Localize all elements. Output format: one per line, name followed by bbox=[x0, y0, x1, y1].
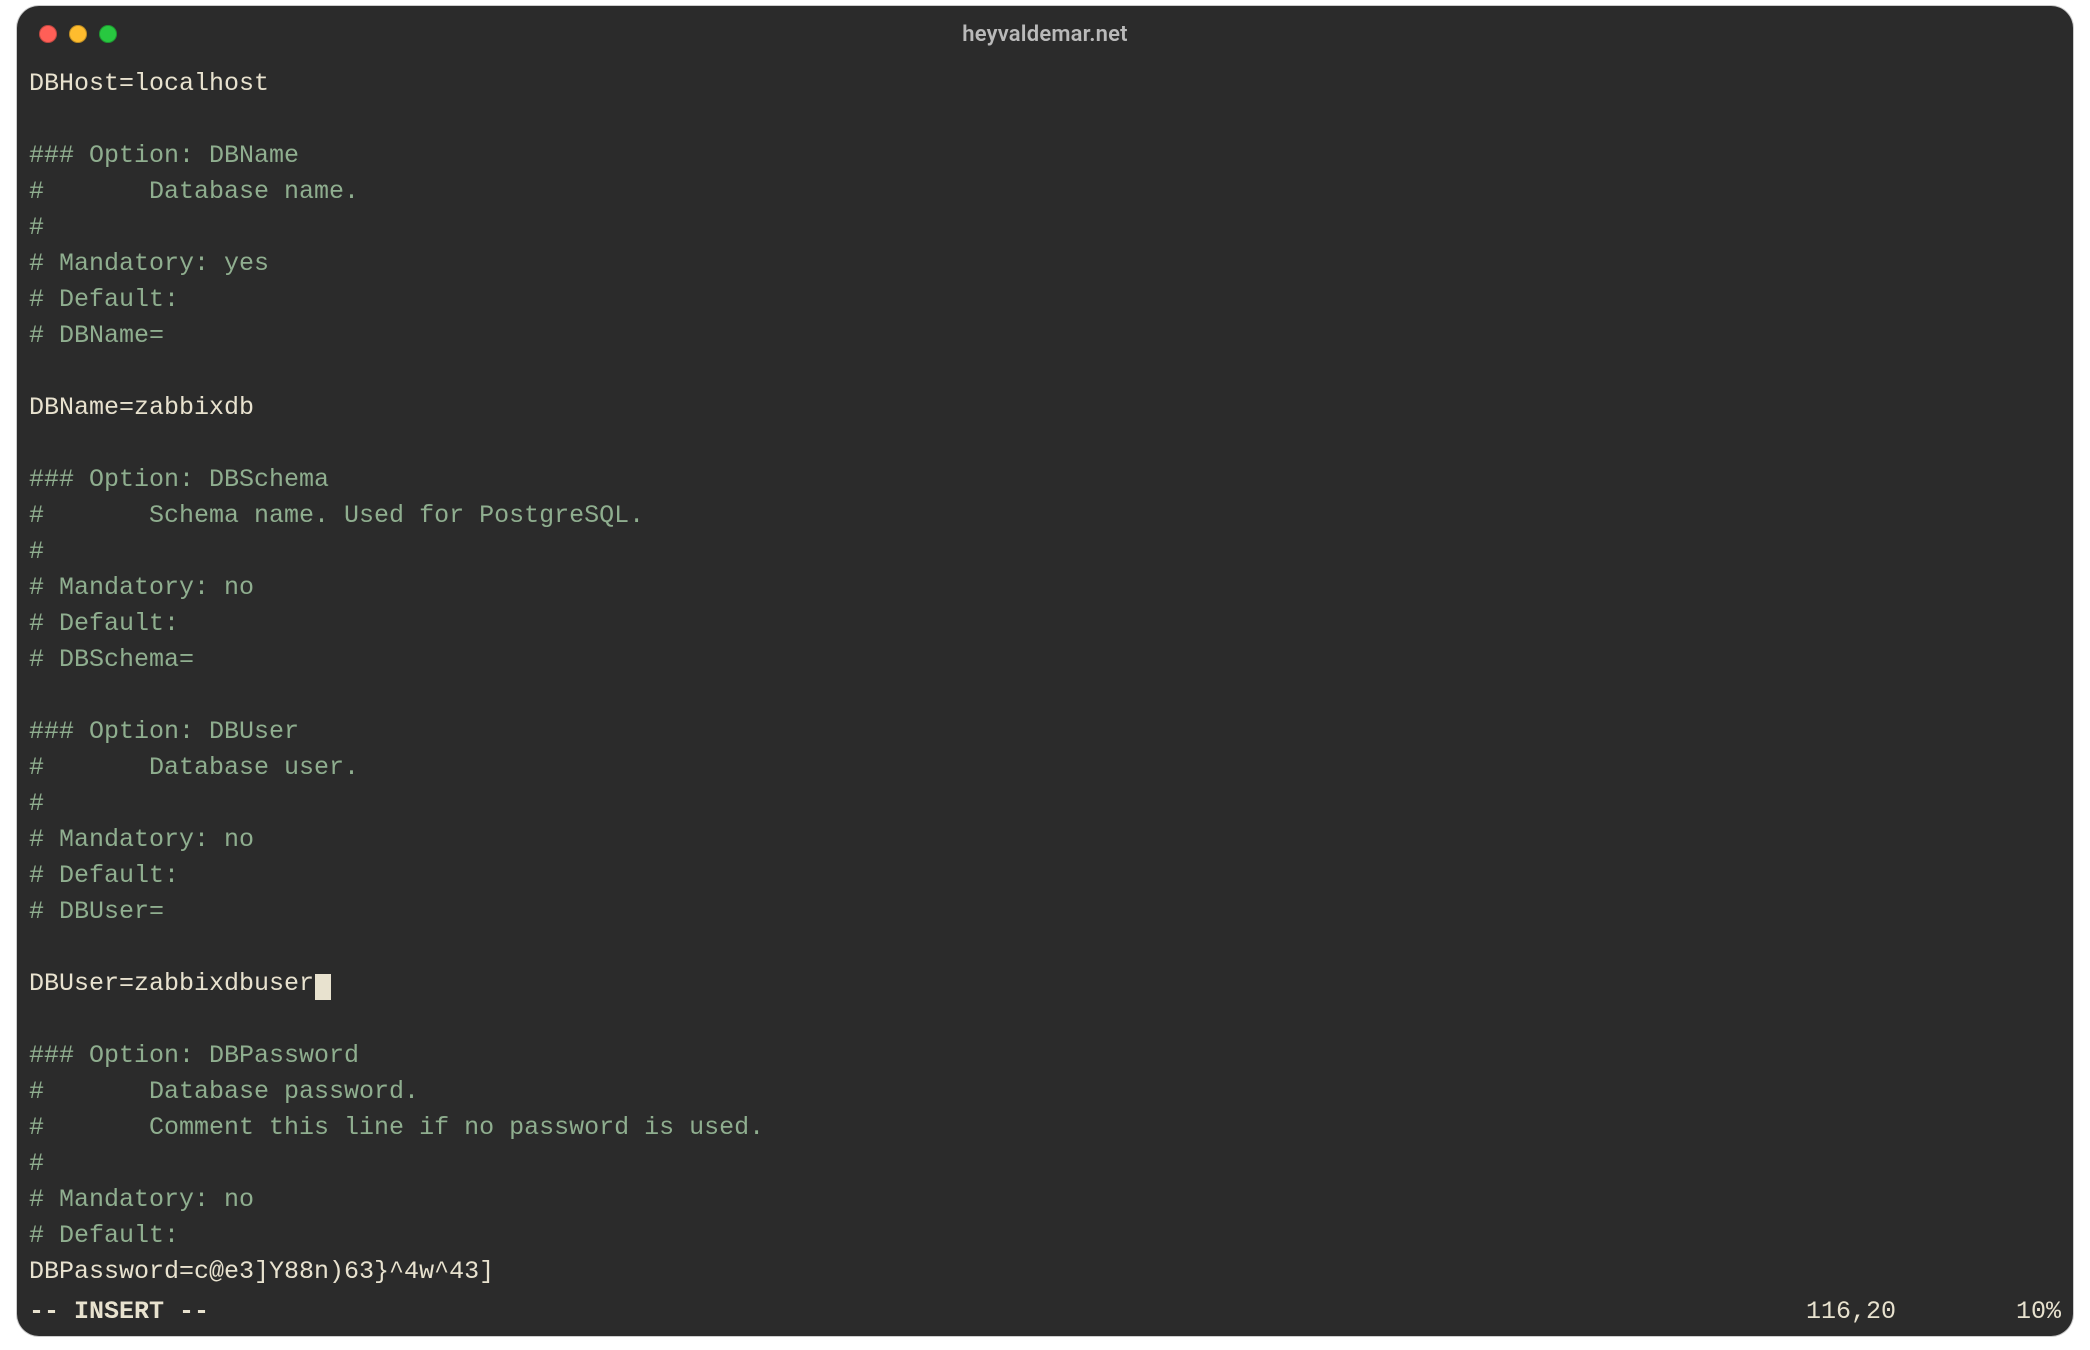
vim-status-bar: -- INSERT -- 116,20 10% bbox=[17, 1294, 2073, 1336]
editor-line: # Mandatory: no bbox=[29, 822, 2061, 858]
window-title: heyvaldemar.net bbox=[962, 22, 1128, 47]
minimize-icon[interactable] bbox=[69, 25, 87, 43]
editor-line: ### Option: DBName bbox=[29, 138, 2061, 174]
editor-line: DBHost=localhost bbox=[29, 66, 2061, 102]
editor-line: # bbox=[29, 1146, 2061, 1182]
editor-line: # Mandatory: no bbox=[29, 570, 2061, 606]
scroll-percent: 10% bbox=[2016, 1294, 2061, 1330]
zoom-icon[interactable] bbox=[99, 25, 117, 43]
cursor-position: 116,20 bbox=[1806, 1294, 1896, 1330]
editor-line: DBName=zabbixdb bbox=[29, 390, 2061, 426]
window-controls bbox=[39, 25, 117, 43]
editor-line: ### Option: DBSchema bbox=[29, 462, 2061, 498]
editor-line: DBPassword=c@e3]Y88n)63}^4w^43] bbox=[29, 1254, 2061, 1290]
editor-line: # DBName= bbox=[29, 318, 2061, 354]
editor-line: # Default: bbox=[29, 1218, 2061, 1254]
editor-line: ### Option: DBPassword bbox=[29, 1038, 2061, 1074]
editor-line: # Default: bbox=[29, 858, 2061, 894]
editor-line bbox=[29, 930, 2061, 966]
editor-line: # Schema name. Used for PostgreSQL. bbox=[29, 498, 2061, 534]
editor-line: # Database user. bbox=[29, 750, 2061, 786]
editor-line bbox=[29, 426, 2061, 462]
editor-viewport[interactable]: DBHost=localhost### Option: DBName# Data… bbox=[17, 62, 2073, 1294]
editor-line: # bbox=[29, 786, 2061, 822]
vim-mode: -- INSERT -- bbox=[29, 1294, 209, 1330]
text-cursor bbox=[315, 974, 331, 1000]
editor-line: # Default: bbox=[29, 606, 2061, 642]
editor-line: # Database name. bbox=[29, 174, 2061, 210]
editor-line: ### Option: DBUser bbox=[29, 714, 2061, 750]
editor-line: # Comment this line if no password is us… bbox=[29, 1110, 2061, 1146]
editor-line bbox=[29, 354, 2061, 390]
editor-line: # Mandatory: no bbox=[29, 1182, 2061, 1218]
editor-line: # bbox=[29, 210, 2061, 246]
editor-line: # bbox=[29, 534, 2061, 570]
titlebar: heyvaldemar.net bbox=[17, 6, 2073, 62]
editor-line bbox=[29, 102, 2061, 138]
editor-line bbox=[29, 678, 2061, 714]
close-icon[interactable] bbox=[39, 25, 57, 43]
editor-line bbox=[29, 1002, 2061, 1038]
editor-line: # Default: bbox=[29, 282, 2061, 318]
terminal-window: heyvaldemar.net DBHost=localhost ### Opti… bbox=[17, 6, 2073, 1336]
editor-line: # Database password. bbox=[29, 1074, 2061, 1110]
editor-line: # Mandatory: yes bbox=[29, 246, 2061, 282]
editor-line: DBUser=zabbixdbuser bbox=[29, 966, 2061, 1002]
editor-line: # DBUser= bbox=[29, 894, 2061, 930]
editor-line: # DBSchema= bbox=[29, 642, 2061, 678]
